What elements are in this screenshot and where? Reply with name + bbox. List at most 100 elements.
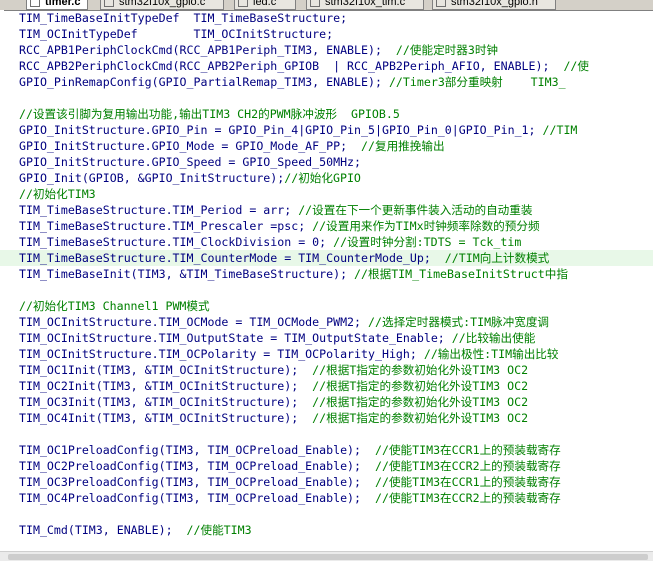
code-text: TIM_OC3PreloadConfig(TIM3, TIM_OCPreload… xyxy=(19,475,375,489)
code-line[interactable]: //设置该引脚为复用输出功能,输出TIM3 CH2的PWM脉冲波形 GPIOB.… xyxy=(0,106,653,122)
code-comment: //初始化TIM3 xyxy=(19,187,96,201)
code-line[interactable] xyxy=(0,282,653,298)
code-text: TIM_OC2Init(TIM3, &TIM_OCInitStructure); xyxy=(19,379,313,393)
c-file-icon xyxy=(238,0,248,7)
horizontal-scrollbar[interactable] xyxy=(0,551,653,561)
code-line-text: GPIO_PinRemapConfig(GPIO_PartialRemap_TI… xyxy=(19,74,566,90)
code-text: TIM_TimeBaseStructure.TIM_Period = arr; xyxy=(19,203,299,217)
h-file-icon xyxy=(436,0,446,7)
c-file-icon xyxy=(104,0,114,7)
code-line[interactable]: TIM_OC4Init(TIM3, &TIM_OCInitStructure);… xyxy=(0,410,653,426)
code-text: TIM_OCInitStructure.TIM_OCMode = TIM_OCM… xyxy=(19,315,369,329)
code-line[interactable]: TIM_OCInitStructure.TIM_OCMode = TIM_OCM… xyxy=(0,314,653,330)
code-line-text: TIM_TimeBaseStructure.TIM_CounterMode = … xyxy=(19,250,549,266)
code-comment: //使能定时器3时钟 xyxy=(395,43,499,57)
tab-label: led.c xyxy=(253,0,277,8)
code-text: TIM_OC3Init(TIM3, &TIM_OCInitStructure); xyxy=(19,395,313,409)
code-text: TIM_TimeBaseInitTypeDef TIM_TimeBaseStru… xyxy=(19,11,348,25)
code-comment: //使 xyxy=(563,59,590,73)
code-line-text: TIM_OCInitStructure.TIM_OutputState = TI… xyxy=(19,330,535,346)
code-line[interactable]: TIM_TimeBaseInit(TIM3, &TIM_TimeBaseStru… xyxy=(0,266,653,282)
code-editor[interactable]: TIM_TimeBaseInitTypeDef TIM_TimeBaseStru… xyxy=(0,10,653,551)
tab-stm32f10x-gpio-h[interactable]: stm32f10x_gpio.h xyxy=(432,0,556,10)
code-line-text: TIM_TimeBaseInit(TIM3, &TIM_TimeBaseStru… xyxy=(19,266,568,282)
code-text: TIM_OC4PreloadConfig(TIM3, TIM_OCPreload… xyxy=(19,491,375,505)
code-line[interactable]: TIM_TimeBaseStructure.TIM_Prescaler =psc… xyxy=(0,218,653,234)
code-comment: //根据T指定的参数初始化外设TIM3 OC2 xyxy=(312,411,529,425)
code-text: TIM_TimeBaseStructure.TIM_ClockDivision … xyxy=(19,235,334,249)
code-line-text: //初始化TIM3 xyxy=(19,186,96,202)
code-line-text: TIM_OC4Init(TIM3, &TIM_OCInitStructure);… xyxy=(19,410,528,426)
code-line[interactable]: TIM_OCInitStructure.TIM_OutputState = TI… xyxy=(0,330,653,346)
code-line[interactable]: TIM_OC2Init(TIM3, &TIM_OCInitStructure);… xyxy=(0,378,653,394)
code-line[interactable]: TIM_TimeBaseStructure.TIM_ClockDivision … xyxy=(0,234,653,250)
code-line-current[interactable]: TIM_TimeBaseStructure.TIM_CounterMode = … xyxy=(0,250,653,266)
code-line-text: GPIO_InitStructure.GPIO_Mode = GPIO_Mode… xyxy=(19,138,445,154)
code-line-text: TIM_TimeBaseInitTypeDef TIM_TimeBaseStru… xyxy=(19,10,347,26)
c-file-icon xyxy=(30,0,40,7)
code-line[interactable]: GPIO_PinRemapConfig(GPIO_PartialRemap_TI… xyxy=(0,74,653,90)
code-line[interactable]: TIM_OC3PreloadConfig(TIM3, TIM_OCPreload… xyxy=(0,474,653,490)
code-line[interactable]: TIM_OC1Init(TIM3, &TIM_OCInitStructure);… xyxy=(0,362,653,378)
tab-label: stm32f10x_gpio.c xyxy=(119,0,206,8)
code-line-text: TIM_OC1Init(TIM3, &TIM_OCInitStructure);… xyxy=(19,362,528,378)
code-comment: //初始化TIM3 Channel1 PWM模式 xyxy=(19,299,210,313)
code-line-text: RCC_APB1PeriphClockCmd(RCC_APB1Periph_TI… xyxy=(19,42,498,58)
tab-label: timer.c xyxy=(45,0,81,8)
code-comment: //设置该引脚为复用输出功能,输出TIM3 CH2的PWM脉冲波形 GPIOB.… xyxy=(19,107,400,121)
code-line[interactable]: GPIO_InitStructure.GPIO_Speed = GPIO_Spe… xyxy=(0,154,653,170)
code-comment: //根据T指定的参数初始化外设TIM3 OC2 xyxy=(312,379,529,393)
code-line[interactable]: TIM_TimeBaseStructure.TIM_Period = arr; … xyxy=(0,202,653,218)
code-comment: //比较输出使能 xyxy=(451,331,536,345)
code-line-text: TIM_OC3Init(TIM3, &TIM_OCInitStructure);… xyxy=(19,394,528,410)
code-text: GPIO_PinRemapConfig(GPIO_PartialRemap_TI… xyxy=(19,75,389,89)
code-line-text: GPIO_Init(GPIOB, &GPIO_InitStructure);//… xyxy=(19,170,361,186)
code-line-text: GPIO_InitStructure.GPIO_Speed = GPIO_Spe… xyxy=(19,154,361,170)
code-line-text: TIM_TimeBaseStructure.TIM_Period = arr; … xyxy=(19,202,532,218)
code-comment: //TIM xyxy=(542,123,578,137)
code-line-text: GPIO_InitStructure.GPIO_Pin = GPIO_Pin_4… xyxy=(19,122,577,138)
code-line-text: TIM_TimeBaseStructure.TIM_Prescaler =psc… xyxy=(19,218,540,234)
code-text: GPIO_InitStructure.GPIO_Mode = GPIO_Mode… xyxy=(19,139,362,153)
code-line[interactable]: RCC_APB2PeriphClockCmd(RCC_APB2Periph_GP… xyxy=(0,58,653,74)
code-line-text: TIM_OCInitTypeDef TIM_OCInitStructure; xyxy=(19,26,333,42)
code-line[interactable]: RCC_APB1PeriphClockCmd(RCC_APB1Periph_TI… xyxy=(0,42,653,58)
code-line[interactable] xyxy=(0,426,653,442)
scrollbar-thumb[interactable] xyxy=(8,554,648,560)
code-comment: //使能TIM3在CCR1上的预装载寄存 xyxy=(374,443,561,457)
code-line[interactable]: TIM_OC2PreloadConfig(TIM3, TIM_OCPreload… xyxy=(0,458,653,474)
code-line-text: //设置该引脚为复用输出功能,输出TIM3 CH2的PWM脉冲波形 GPIOB.… xyxy=(19,106,400,122)
code-line[interactable]: TIM_OCInitTypeDef TIM_OCInitStructure; xyxy=(0,26,653,42)
code-line[interactable]: TIM_Cmd(TIM3, ENABLE); //使能TIM3 xyxy=(0,522,653,538)
code-line[interactable]: //初始化TIM3 xyxy=(0,186,653,202)
tab-label: stm32f10x_gpio.h xyxy=(451,0,538,8)
tab-led-c[interactable]: led.c xyxy=(234,0,296,10)
code-line[interactable]: TIM_OC4PreloadConfig(TIM3, TIM_OCPreload… xyxy=(0,490,653,506)
code-line[interactable]: TIM_OC3Init(TIM3, &TIM_OCInitStructure);… xyxy=(0,394,653,410)
code-text: GPIO_InitStructure.GPIO_Pin = GPIO_Pin_4… xyxy=(19,123,543,137)
code-line[interactable] xyxy=(0,506,653,522)
code-text: TIM_OC1PreloadConfig(TIM3, TIM_OCPreload… xyxy=(19,443,375,457)
tab-label: stm32f10x_tim.c xyxy=(325,0,406,8)
code-line-text: TIM_TimeBaseStructure.TIM_ClockDivision … xyxy=(19,234,521,250)
code-line[interactable]: TIM_TimeBaseInitTypeDef TIM_TimeBaseStru… xyxy=(0,10,653,26)
code-line[interactable]: TIM_OC1PreloadConfig(TIM3, TIM_OCPreload… xyxy=(0,442,653,458)
tab-stm32f10x-gpio-c[interactable]: stm32f10x_gpio.c xyxy=(100,0,224,10)
code-comment: //使能TIM3在CCR2上的预装载寄存 xyxy=(374,491,561,505)
code-line[interactable]: TIM_OCInitStructure.TIM_OCPolarity = TIM… xyxy=(0,346,653,362)
code-line[interactable]: //初始化TIM3 Channel1 PWM模式 xyxy=(0,298,653,314)
code-line[interactable] xyxy=(0,538,653,551)
tab-stm32f10x-tim-c[interactable]: stm32f10x_tim.c xyxy=(306,0,424,10)
code-line[interactable] xyxy=(0,90,653,106)
c-file-icon xyxy=(310,0,320,7)
tab-timer-c[interactable]: timer.c xyxy=(26,0,88,10)
code-comment: //使能TIM3在CCR1上的预装载寄存 xyxy=(374,475,561,489)
code-text: TIM_OC1Init(TIM3, &TIM_OCInitStructure); xyxy=(19,363,313,377)
code-line-text: TIM_OC1PreloadConfig(TIM3, TIM_OCPreload… xyxy=(19,442,561,458)
code-text: TIM_OCInitStructure.TIM_OCPolarity = TIM… xyxy=(19,347,424,361)
code-line[interactable]: GPIO_InitStructure.GPIO_Mode = GPIO_Mode… xyxy=(0,138,653,154)
code-comment: //初始化GPIO xyxy=(284,171,361,185)
code-text: TIM_OCInitStructure.TIM_OutputState = TI… xyxy=(19,331,452,345)
code-line[interactable]: GPIO_InitStructure.GPIO_Pin = GPIO_Pin_4… xyxy=(0,122,653,138)
code-line[interactable]: GPIO_Init(GPIOB, &GPIO_InitStructure);//… xyxy=(0,170,653,186)
